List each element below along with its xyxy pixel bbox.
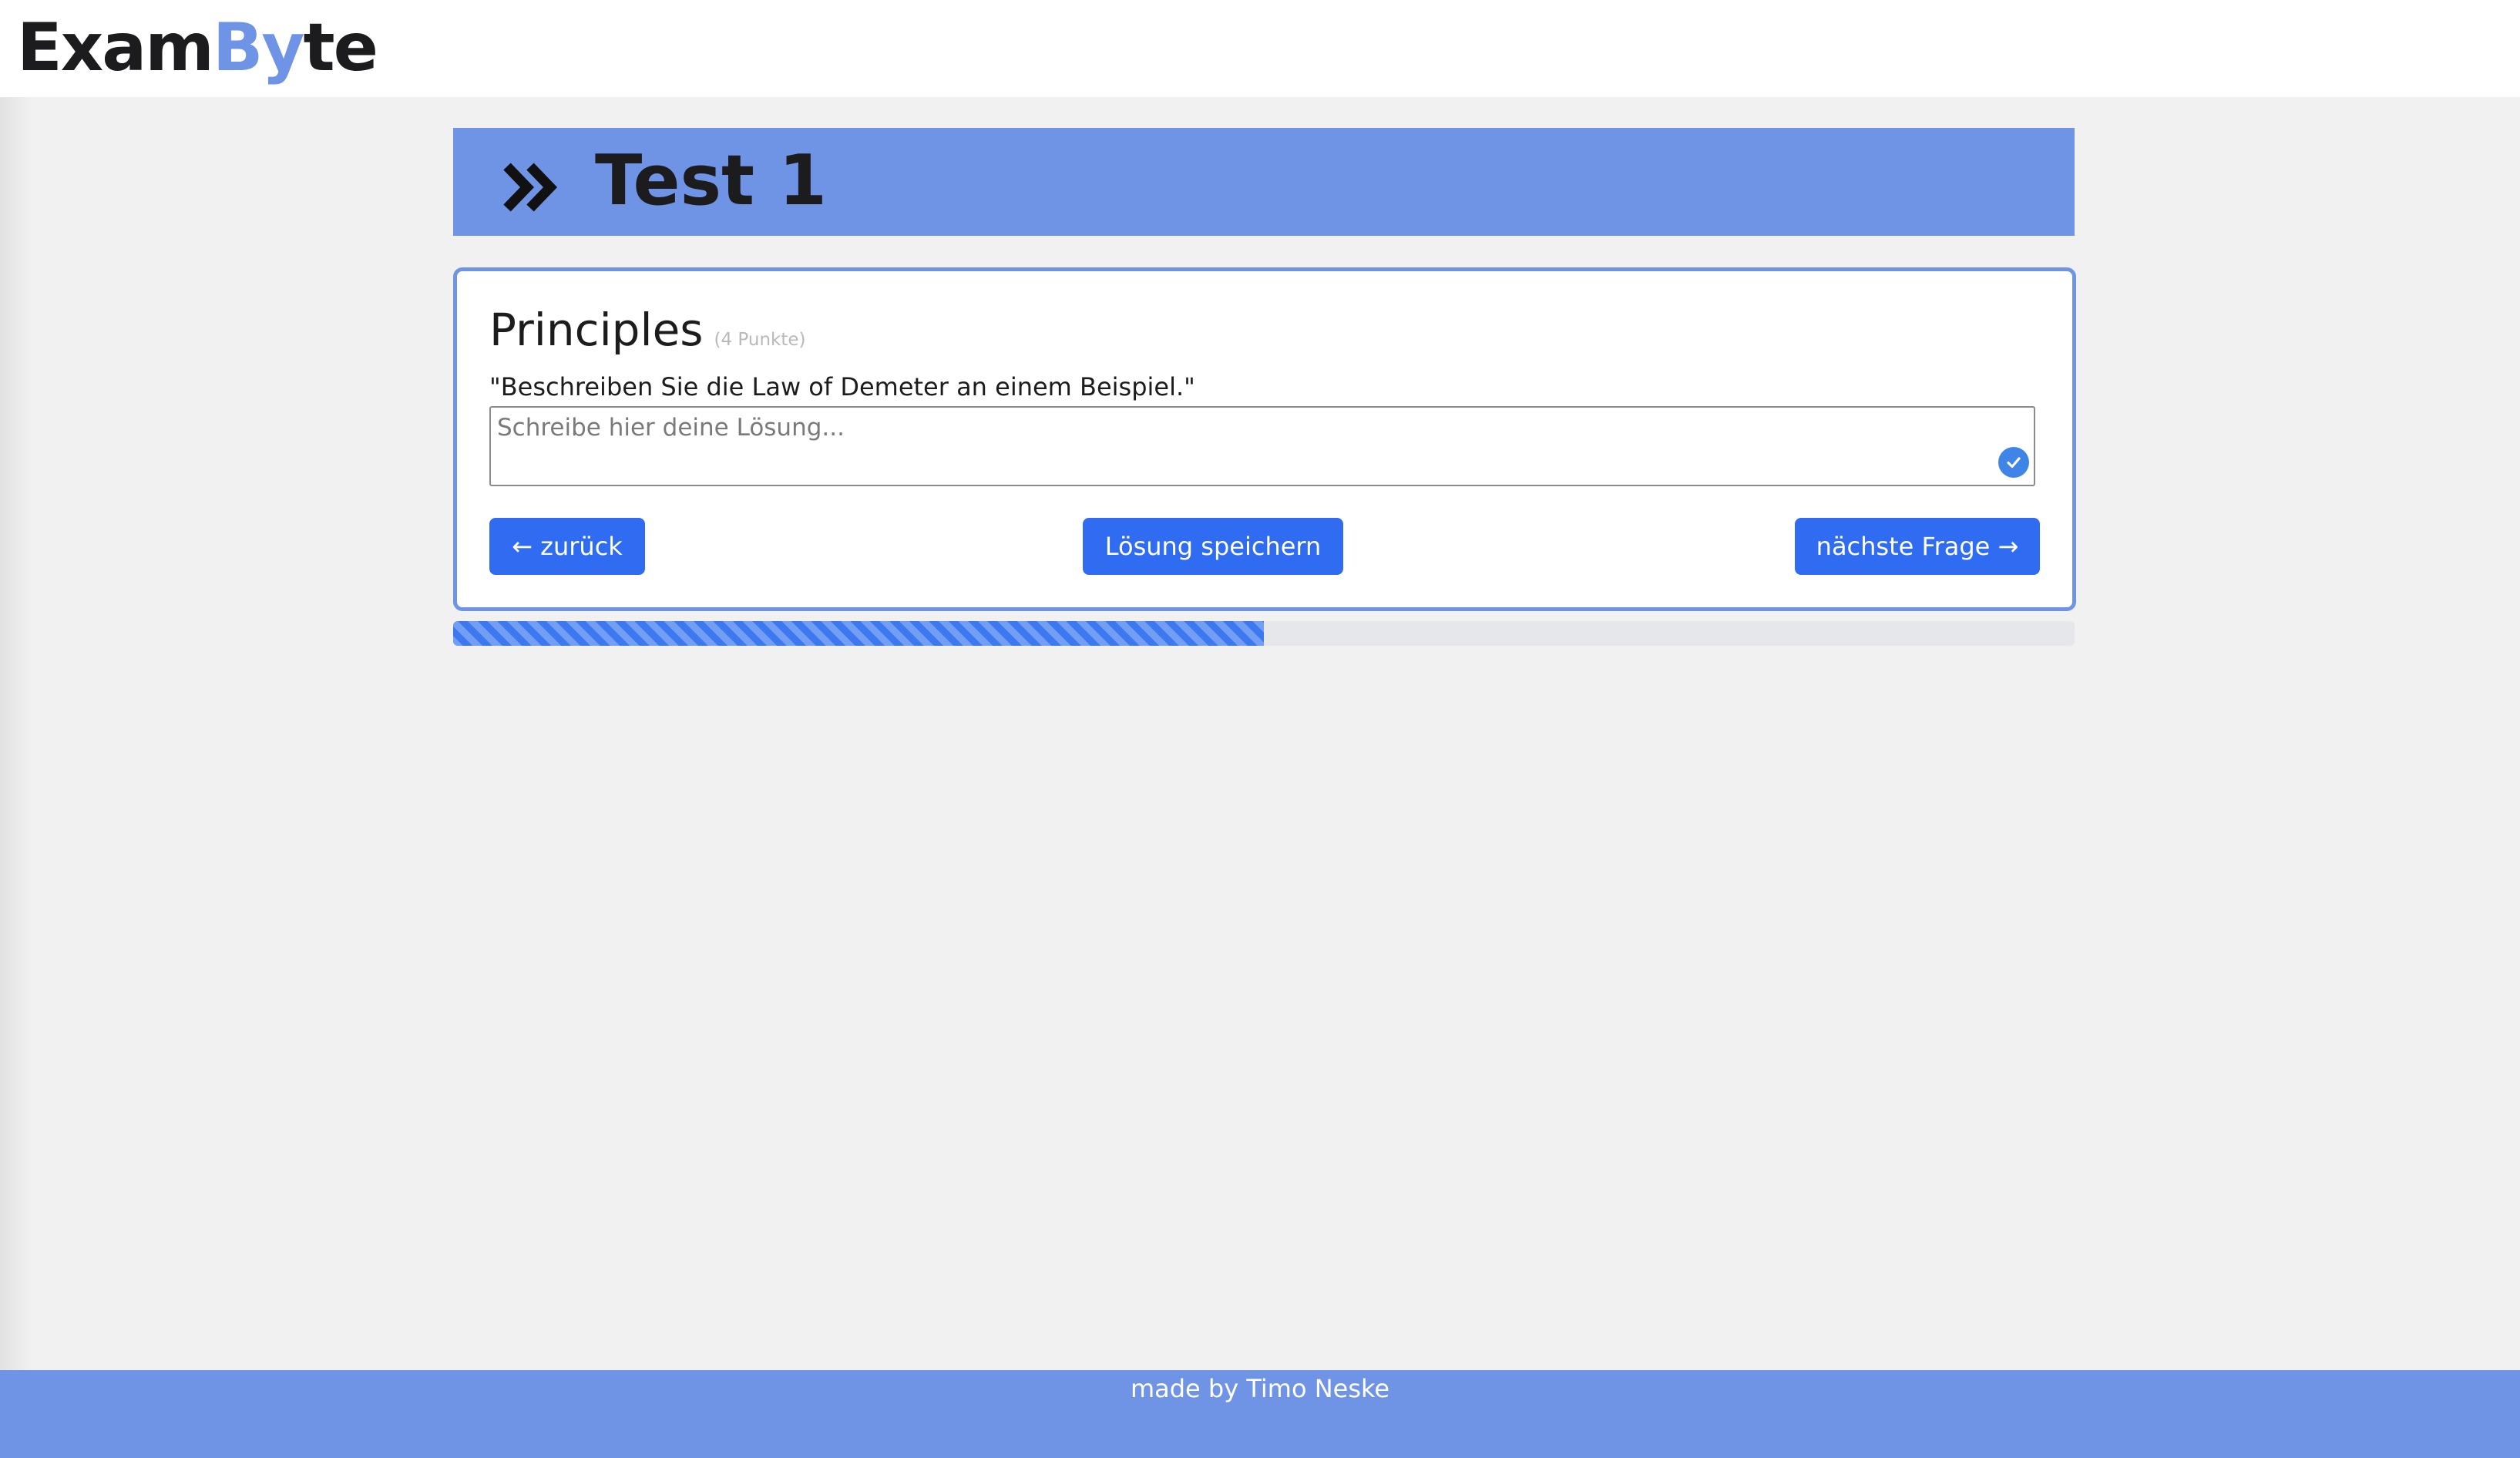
logo[interactable]: ExamByte bbox=[17, 9, 378, 86]
logo-text-exam: Exam bbox=[17, 9, 214, 86]
progress-bar-fill bbox=[453, 621, 1264, 646]
logo-text-by: By bbox=[212, 9, 305, 86]
top-bar: ExamByte bbox=[0, 0, 2520, 97]
page-edge-shade bbox=[0, 97, 31, 1370]
next-question-button[interactable]: nächste Frage → bbox=[1795, 518, 2040, 575]
logo-text-te: te bbox=[303, 9, 378, 86]
question-card: Principles (4 Punkte) "Beschreiben Sie di… bbox=[453, 267, 2076, 611]
double-chevron-right-icon bbox=[501, 156, 564, 219]
save-solution-button[interactable]: Lösung speichern bbox=[1083, 518, 1343, 575]
question-points: (4 Punkte) bbox=[714, 330, 806, 350]
test-title-banner: Test 1 bbox=[453, 128, 2075, 236]
answer-input[interactable] bbox=[489, 406, 2035, 486]
check-circle-icon bbox=[1998, 447, 2029, 478]
progress-bar bbox=[453, 621, 2075, 646]
test-title: Test 1 bbox=[595, 140, 828, 221]
footer-credit: made by Timo Neske bbox=[1130, 1374, 1390, 1403]
back-button[interactable]: ← zurück bbox=[489, 518, 645, 575]
question-header: Principles (4 Punkte) bbox=[489, 301, 806, 359]
question-title: Principles bbox=[489, 304, 704, 356]
question-text: "Beschreiben Sie die Law of Demeter an e… bbox=[489, 372, 1195, 401]
footer: made by Timo Neske bbox=[0, 1370, 2520, 1458]
